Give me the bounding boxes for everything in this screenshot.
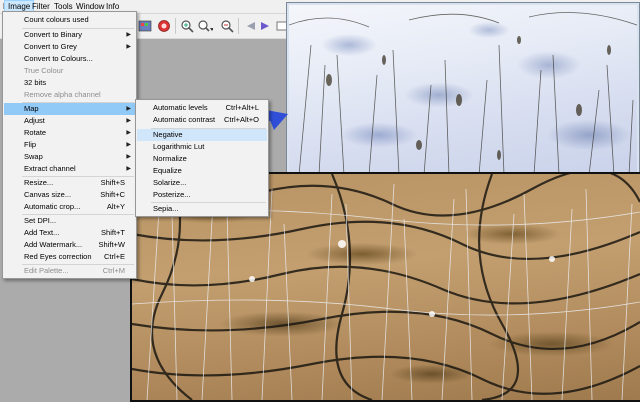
- zoom-dropdown-icon[interactable]: [197, 18, 213, 34]
- menu-item-add-text[interactable]: Add Text... Shift+T: [4, 227, 135, 239]
- menu-item-32-bits[interactable]: 32 bits: [4, 77, 135, 89]
- menu-item-resize[interactable]: Resize... Shift+S: [4, 177, 135, 189]
- original-image-preview: [287, 3, 639, 177]
- submenu-item-logarithmic-lut[interactable]: Logarithmic Lut: [137, 141, 267, 153]
- toolbar-separator: [175, 18, 176, 34]
- image-menu: Count colours used Convert to Binary ▶ Co…: [2, 11, 137, 279]
- menu-item-rotate[interactable]: Rotate ▶: [4, 127, 135, 139]
- menu-item-extract-channel[interactable]: Extract channel ▶: [4, 163, 135, 175]
- submenu-item-automatic-levels[interactable]: Automatic levels Ctrl+Alt+L: [137, 102, 267, 114]
- toolbar-separator: [238, 18, 239, 34]
- menu-item-convert-grey[interactable]: Convert to Grey ▶: [4, 41, 135, 53]
- map-submenu: Automatic levels Ctrl+Alt+L Automatic con…: [135, 99, 269, 217]
- menu-item-map[interactable]: Map ▶: [4, 103, 135, 115]
- menu-item-remove-alpha: Remove alpha channel: [24, 90, 101, 99]
- submenu-arrow-icon: ▶: [126, 32, 131, 38]
- submenu-arrow-icon: ▶: [126, 154, 131, 160]
- menu-item-red-eyes[interactable]: Red Eyes correction Ctrl+E: [4, 251, 135, 263]
- submenu-item-solarize[interactable]: Solarize...: [137, 177, 267, 189]
- menu-item-edit-palette: Edit Palette... Ctrl+M: [24, 266, 125, 275]
- submenu-arrow-icon: ▶: [126, 130, 131, 136]
- menu-item-count-colours[interactable]: Count colours used: [4, 14, 135, 26]
- submenu-item-negative[interactable]: Negative: [137, 129, 267, 141]
- palette-icon[interactable]: [137, 18, 153, 34]
- menu-item-set-dpi[interactable]: Set DPI...: [4, 215, 135, 227]
- menu-item-flip[interactable]: Flip ▶: [4, 139, 135, 151]
- menu-item-canvas-size[interactable]: Canvas size... Shift+C: [4, 189, 135, 201]
- submenu-item-normalize[interactable]: Normalize: [137, 153, 267, 165]
- menu-item-adjust[interactable]: Adjust ▶: [4, 115, 135, 127]
- submenu-arrow-icon: ▶: [126, 106, 131, 112]
- zoom-in-icon[interactable]: [179, 18, 195, 34]
- menu-item-true-colour: True Colour: [24, 66, 64, 75]
- menu-item-automatic-crop[interactable]: Automatic crop... Alt+Y: [4, 201, 135, 213]
- submenu-arrow-icon: ▶: [126, 44, 131, 50]
- fx-icon[interactable]: [156, 18, 172, 34]
- submenu-item-sepia[interactable]: Sepia...: [137, 203, 267, 215]
- menu-item-swap[interactable]: Swap ▶: [4, 151, 135, 163]
- zoom-out-icon[interactable]: [219, 18, 235, 34]
- menu-item-convert-binary[interactable]: Convert to Binary ▶: [4, 29, 135, 41]
- submenu-item-automatic-contrast[interactable]: Automatic contrast Ctrl+Alt+O: [137, 114, 267, 126]
- back-icon[interactable]: [242, 18, 258, 34]
- submenu-arrow-icon: ▶: [126, 118, 131, 124]
- forward-icon[interactable]: [258, 18, 274, 34]
- submenu-item-equalize[interactable]: Equalize: [137, 165, 267, 177]
- submenu-item-posterize[interactable]: Posterize...: [137, 189, 267, 201]
- menu-item-convert-colours[interactable]: Convert to Colours...: [4, 53, 135, 65]
- submenu-arrow-icon: ▶: [126, 166, 131, 172]
- submenu-arrow-icon: ▶: [126, 142, 131, 148]
- menu-item-add-watermark[interactable]: Add Watermark... Shift+W: [4, 239, 135, 251]
